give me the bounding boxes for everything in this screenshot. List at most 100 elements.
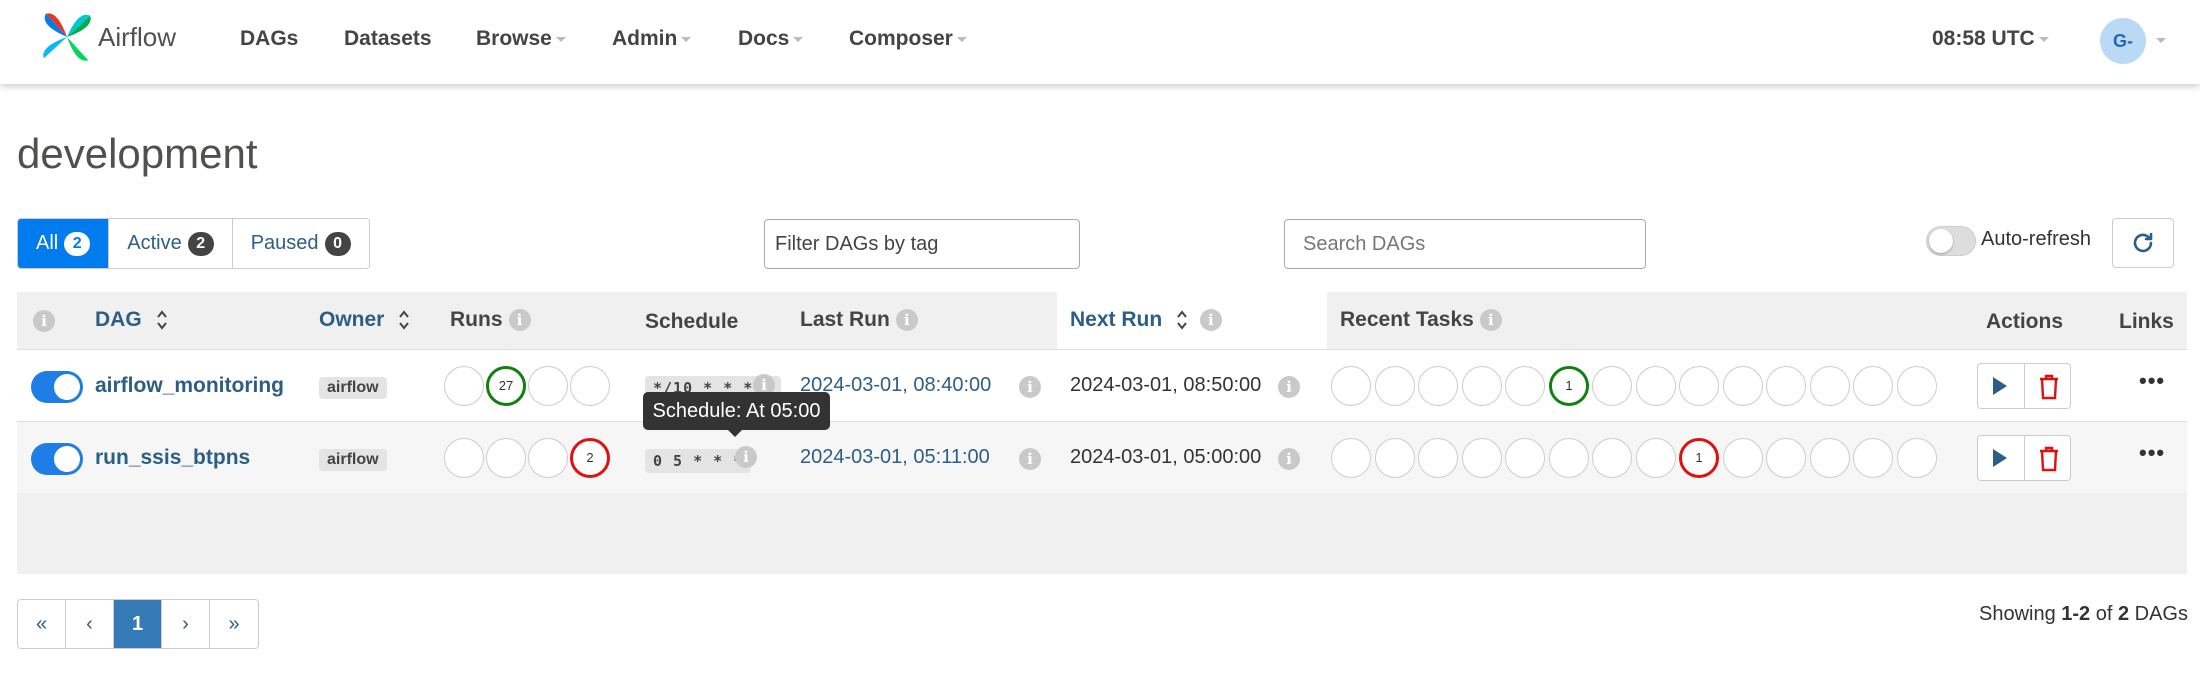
run-status-circle[interactable] (486, 438, 526, 478)
task-status-circle[interactable] (1505, 366, 1545, 406)
task-status-circle[interactable] (1810, 438, 1850, 478)
actions-group (1977, 435, 2071, 481)
header-next-run[interactable]: Next Run i (1070, 308, 1222, 332)
task-status-circle[interactable] (1766, 366, 1806, 406)
task-status-circle[interactable] (1766, 438, 1806, 478)
next-page-button[interactable]: › (162, 600, 210, 648)
run-status-circle[interactable] (528, 366, 568, 406)
info-icon[interactable]: i (895, 309, 918, 332)
chevron-down-icon (681, 36, 692, 42)
links-ellipsis-icon[interactable]: ••• (2139, 440, 2165, 466)
links-ellipsis-icon[interactable]: ••• (2139, 368, 2165, 394)
task-status-circle[interactable] (1636, 366, 1676, 406)
user-avatar[interactable]: G- (2100, 18, 2146, 64)
task-status-circle[interactable] (1331, 366, 1371, 406)
top-navbar: Airflow DAGs Datasets Browse Admin Docs … (0, 0, 2200, 84)
task-status-circle[interactable]: 1 (1679, 438, 1719, 478)
info-icon[interactable]: i (1278, 448, 1300, 470)
dags-table: i DAG Owner Runs i Schedule Last Run i Nex… (17, 292, 2187, 574)
task-status-circle[interactable] (1418, 438, 1458, 478)
search-input[interactable]: Search DAGs (1284, 219, 1646, 269)
brand-name[interactable]: Airflow (98, 22, 176, 53)
chevron-down-icon (793, 36, 804, 42)
nav-browse[interactable]: Browse (476, 27, 566, 51)
info-icon[interactable]: i (1278, 376, 1300, 398)
header-info: i (33, 309, 55, 333)
task-status-circle[interactable] (1462, 366, 1502, 406)
dag-name-link[interactable]: airflow_monitoring (95, 374, 284, 398)
sort-icon (399, 310, 409, 331)
header-recent-tasks: Recent Tasks i (1340, 308, 1502, 332)
run-status-circle[interactable] (444, 366, 484, 406)
info-icon[interactable]: i (508, 309, 531, 332)
filter-all-button[interactable]: All 2 (18, 219, 110, 268)
timezone-menu[interactable]: 08:58 UTC (1932, 27, 2049, 51)
task-status-circle[interactable] (1897, 366, 1937, 406)
header-actions: Actions (1986, 310, 2064, 333)
task-status-circle[interactable] (1723, 438, 1763, 478)
task-status-circle[interactable] (1897, 438, 1937, 478)
first-page-button[interactable]: « (18, 600, 66, 648)
run-status-circle[interactable]: 27 (486, 366, 526, 406)
owner-tag[interactable]: airflow (319, 377, 387, 399)
header-dag[interactable]: DAG (95, 308, 168, 332)
info-icon[interactable]: i (1019, 376, 1041, 398)
info-icon[interactable]: i (1019, 448, 1041, 470)
task-status-circle[interactable] (1375, 366, 1415, 406)
nav-composer[interactable]: Composer (849, 27, 967, 51)
page-1-button[interactable]: 1 (114, 600, 162, 648)
page-title: development (17, 130, 258, 177)
task-status-circle[interactable] (1853, 366, 1893, 406)
header-schedule: Schedule (645, 310, 739, 333)
status-filter: All 2 Active 2 Paused 0 (17, 218, 370, 269)
filter-paused-button[interactable]: Paused 0 (232, 219, 369, 268)
dag-pause-toggle[interactable] (31, 371, 83, 403)
last-run-link[interactable]: 2024-03-01, 05:11:00 (800, 446, 990, 469)
info-icon[interactable]: i (1199, 309, 1222, 332)
nav-dags[interactable]: DAGs (240, 27, 298, 51)
last-page-button[interactable]: » (210, 600, 258, 648)
dag-name-link[interactable]: run_ssis_btpns (95, 446, 250, 470)
task-status-circle[interactable] (1636, 438, 1676, 478)
nav-docs[interactable]: Docs (738, 27, 804, 51)
task-status-circle[interactable]: 1 (1549, 366, 1589, 406)
refresh-button[interactable] (2112, 218, 2174, 268)
delete-trash-icon[interactable] (2038, 374, 2060, 400)
nav-datasets[interactable]: Datasets (344, 27, 432, 51)
task-status-circle[interactable] (1723, 366, 1763, 406)
trigger-dag-play-icon[interactable] (1993, 449, 2007, 467)
filter-active-button[interactable]: Active 2 (109, 219, 233, 268)
run-status-circle[interactable] (444, 438, 484, 478)
airflow-logo-icon[interactable] (38, 8, 96, 66)
task-status-circle[interactable] (1592, 438, 1632, 478)
task-status-circle[interactable] (1418, 366, 1458, 406)
task-status-circle[interactable] (1810, 366, 1850, 406)
owner-tag[interactable]: airflow (319, 449, 387, 471)
task-status-circle[interactable] (1375, 438, 1415, 478)
tag-filter-input[interactable]: Filter DAGs by tag (764, 219, 1080, 269)
dag-pause-toggle[interactable] (31, 443, 83, 475)
info-icon[interactable]: i (735, 446, 757, 468)
task-status-circle[interactable] (1331, 438, 1371, 478)
task-status-circle[interactable] (1462, 438, 1502, 478)
delete-trash-icon[interactable] (2038, 446, 2060, 472)
run-status-circle[interactable] (528, 438, 568, 478)
trigger-dag-play-icon[interactable] (1993, 377, 2007, 395)
header-owner[interactable]: Owner (319, 308, 410, 332)
task-status-circle[interactable] (1505, 438, 1545, 478)
info-icon[interactable]: i (1479, 309, 1502, 332)
schedule-tooltip: Schedule: At 05:00 (643, 392, 830, 437)
task-status-circle[interactable] (1853, 438, 1893, 478)
info-icon[interactable]: i (33, 310, 55, 333)
run-status-circle[interactable]: 2 (570, 438, 610, 478)
task-status-circle[interactable] (1549, 438, 1589, 478)
auto-refresh-toggle[interactable] (1926, 226, 1976, 256)
prev-page-button[interactable]: ‹ (66, 600, 114, 648)
chevron-down-icon[interactable] (2156, 38, 2166, 43)
chevron-down-icon (956, 36, 967, 42)
table-row: airflow_monitoring airflow 27 */10 * * *… (17, 349, 2187, 421)
task-status-circle[interactable] (1679, 366, 1719, 406)
run-status-circle[interactable] (570, 366, 610, 406)
task-status-circle[interactable] (1592, 366, 1632, 406)
nav-admin[interactable]: Admin (612, 27, 692, 51)
